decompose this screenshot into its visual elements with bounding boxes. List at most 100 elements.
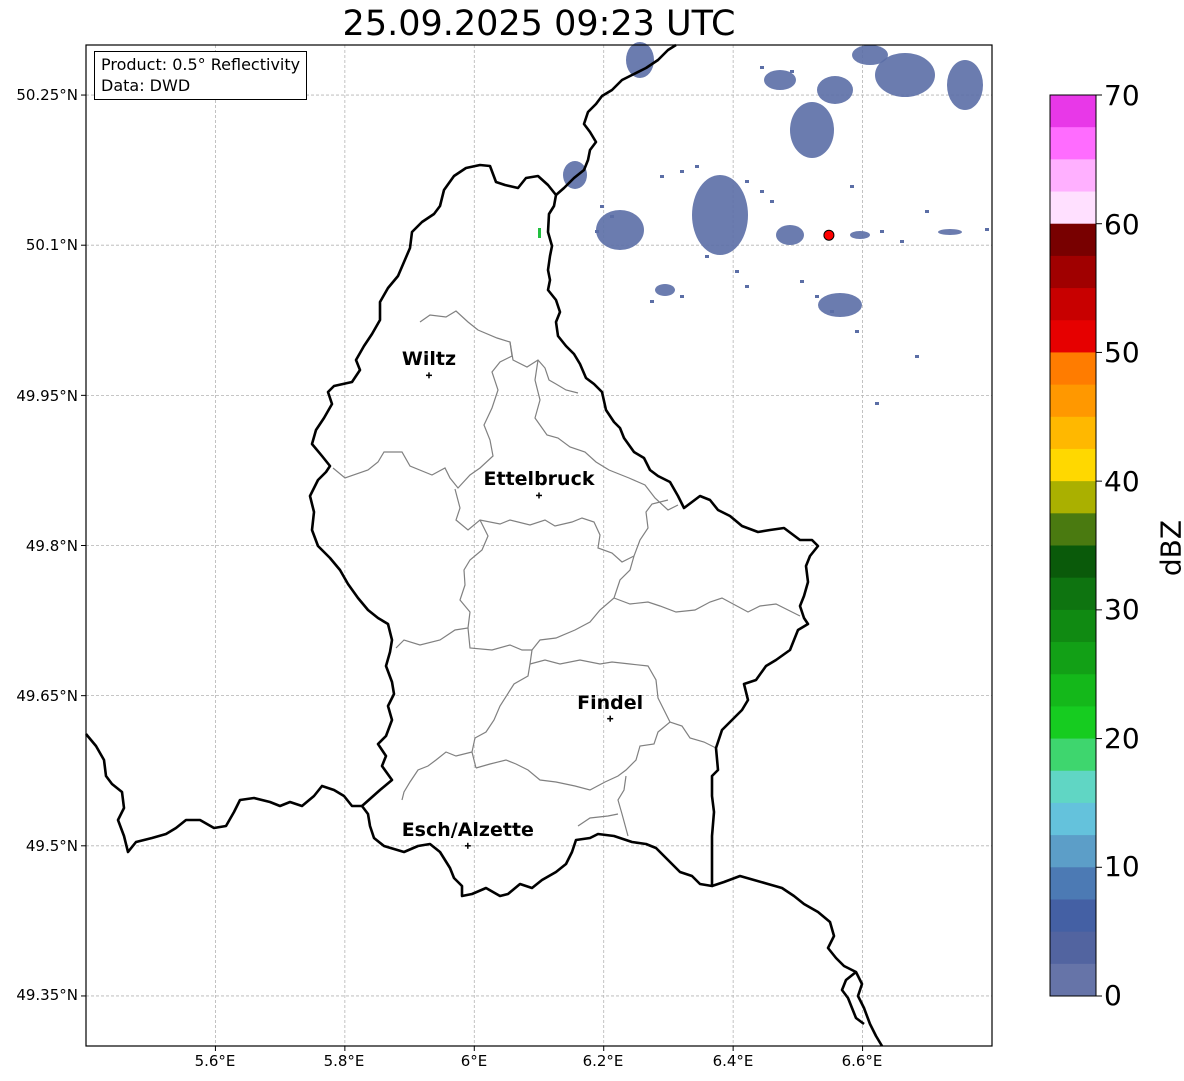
precip-speck [745, 285, 749, 288]
precip-speck [900, 240, 904, 243]
colorbar-tick-label: 10 [1104, 850, 1140, 883]
precip-blob [776, 225, 804, 245]
colorbar-segment [1050, 770, 1096, 804]
precip-speck [850, 185, 854, 188]
city-label-ettelbruck: Ettelbruck [483, 468, 595, 491]
precip-speck [790, 70, 794, 73]
colorbar-tick-label: 70 [1104, 79, 1140, 112]
precip-speck [760, 190, 764, 193]
colorbar-tick-label: 0 [1104, 979, 1122, 1012]
precip-speck [680, 170, 684, 173]
city-label-wiltz: Wiltz [401, 348, 457, 371]
colorbar-segment [1050, 802, 1096, 836]
colorbar-segment [1050, 738, 1096, 772]
precip-speck [610, 215, 614, 218]
xtick-label: 6°E [460, 1052, 488, 1070]
precip-speck [660, 175, 664, 178]
colorbar-tick-label: 20 [1104, 722, 1140, 755]
precip-speck [650, 300, 654, 303]
colorbar-segment [1050, 288, 1096, 321]
precip-blob [596, 210, 644, 250]
precip-blob [692, 175, 748, 255]
colorbar-segment [1050, 384, 1096, 418]
colorbar-segment [1050, 609, 1096, 643]
precip-speck [680, 295, 684, 298]
colorbar-segment [1050, 223, 1096, 257]
product-label: Product: 0.5° Reflectivity [101, 55, 301, 74]
colorbar-segment [1050, 899, 1096, 933]
colorbar-segment [1050, 545, 1096, 579]
precip-speck [915, 355, 919, 358]
precip-speck [875, 402, 879, 405]
colorbar-tick-label: 40 [1104, 465, 1140, 498]
data-source-label: Data: DWD [101, 76, 191, 95]
precip-speck [595, 230, 599, 233]
colorbar-label: dBZ [1154, 519, 1184, 577]
colorbar-segment [1050, 513, 1096, 546]
colorbar-segment [1050, 95, 1096, 128]
colorbar-segment [1050, 159, 1096, 193]
city-label-findel: Findel [577, 691, 644, 714]
radar-site-marker [823, 229, 835, 241]
precip-blob [852, 45, 888, 65]
colorbar-segment [1050, 255, 1096, 289]
colorbar-tick-label: 60 [1104, 208, 1140, 241]
xtick-label: 6.6°E [841, 1052, 883, 1070]
precip-blob [790, 102, 834, 158]
precip-speck [855, 330, 859, 333]
colorbar-tick-label: 50 [1104, 336, 1140, 369]
colorbar-segment [1050, 448, 1096, 482]
ytick-label: 49.65°N [16, 687, 78, 705]
precip-speck [770, 200, 774, 203]
colorbar-segment [1050, 127, 1096, 160]
colorbar-segment [1050, 191, 1096, 225]
ytick-label: 49.5°N [25, 837, 78, 855]
city-label-esch-alzette: Esch/Alzette [401, 818, 534, 841]
colorbar-segment [1050, 674, 1096, 707]
colorbar-segment [1050, 867, 1096, 900]
colorbar-segment [1050, 352, 1096, 386]
precip-blob [938, 229, 962, 235]
ytick-label: 49.35°N [16, 986, 78, 1004]
precip-blob [850, 231, 870, 239]
colorbar-segment [1050, 320, 1096, 353]
colorbar-segment [1050, 642, 1096, 675]
xtick-label: 5.6°E [194, 1052, 236, 1070]
precip-speck [800, 280, 804, 283]
precip-blob [818, 293, 862, 317]
radar-map [81, 42, 1102, 1051]
info-box: Product: 0.5° Reflectivity Data: DWD [94, 51, 308, 100]
precip-speck [880, 230, 884, 233]
colorbar-segment [1050, 416, 1096, 450]
colorbar-segment [1050, 577, 1096, 611]
xtick-label: 5.8°E [323, 1052, 365, 1070]
ytick-label: 49.95°N [16, 387, 78, 405]
precip-speck [830, 310, 834, 313]
precip-speck [985, 228, 989, 231]
colorbar-segment [1050, 481, 1096, 514]
ytick-label: 50.25°N [16, 86, 78, 104]
colorbar-segment [1050, 706, 1096, 740]
green-echo [538, 228, 541, 238]
precip-speck [705, 255, 709, 258]
colorbar-segment [1050, 835, 1096, 868]
ytick-label: 50.1°N [25, 236, 78, 254]
precip-blob [947, 60, 983, 110]
precip-speck [760, 66, 764, 69]
precip-speck [745, 180, 749, 183]
colorbar [1049, 94, 1102, 997]
precip-speck [695, 165, 699, 168]
precip-speck [815, 295, 819, 298]
precip-blob [626, 42, 654, 78]
precip-speck [735, 270, 739, 273]
xtick-label: 6.2°E [582, 1052, 624, 1070]
precip-blob [817, 76, 853, 104]
colorbar-segment [1050, 963, 1096, 997]
colorbar-segment [1050, 931, 1096, 965]
precip-speck [925, 210, 929, 213]
ytick-label: 49.8°N [25, 537, 78, 555]
xtick-label: 6.4°E [712, 1052, 754, 1070]
colorbar-tick-label: 30 [1104, 593, 1140, 626]
precip-speck [600, 205, 604, 208]
precip-blob [655, 284, 675, 296]
